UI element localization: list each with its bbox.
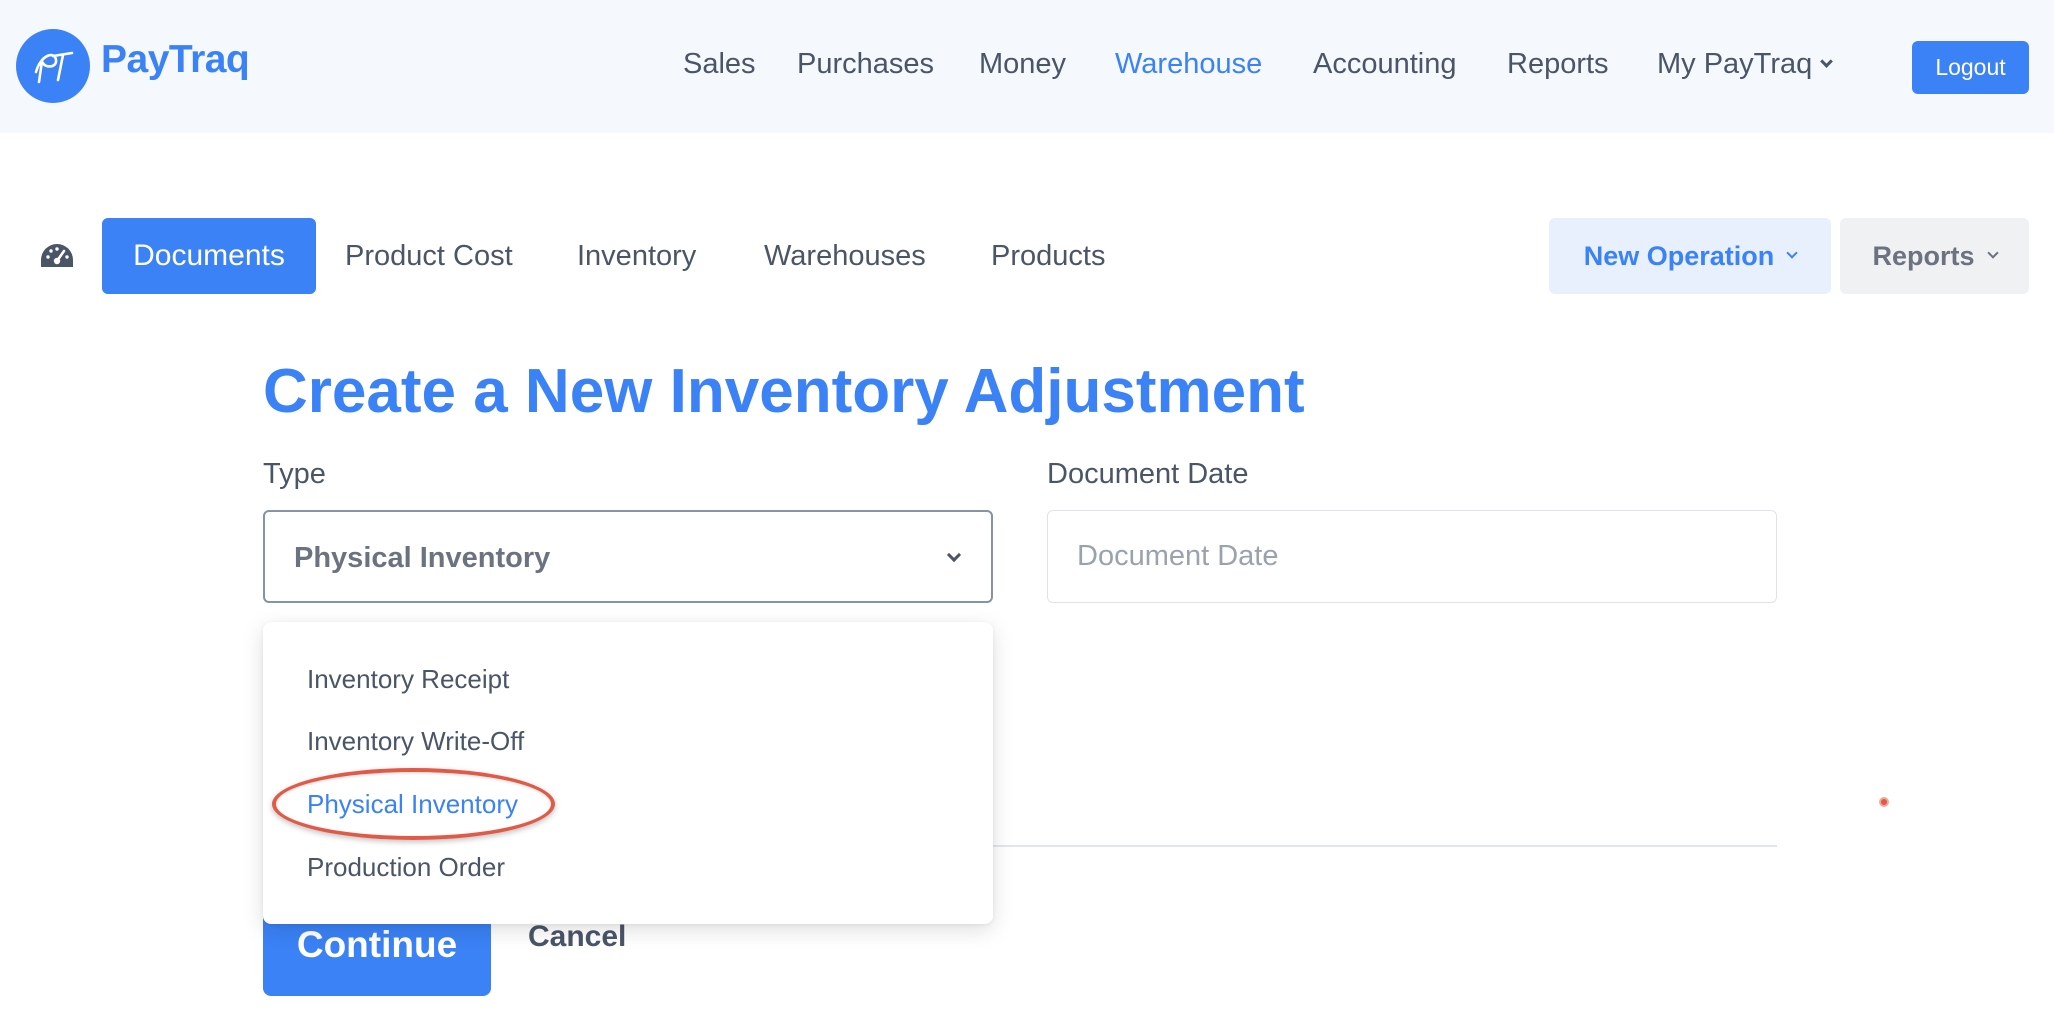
top-header: PayTraq Sales Purchases Money Warehouse … [0, 0, 2054, 133]
nav-money[interactable]: Money [979, 48, 1066, 81]
dropdown-option-inventory-write-off[interactable]: Inventory Write-Off [307, 726, 524, 757]
type-select[interactable]: Physical Inventory [263, 510, 993, 603]
tab-products[interactable]: Products [991, 240, 1105, 273]
nav-warehouse[interactable]: Warehouse [1115, 48, 1262, 81]
document-date-label: Document Date [1047, 458, 1249, 490]
dropdown-option-physical-inventory[interactable]: Physical Inventory [307, 789, 518, 820]
chevron-down-icon [1786, 247, 1798, 259]
cursor-marker [1879, 797, 1889, 807]
tab-inventory[interactable]: Inventory [577, 240, 696, 273]
cancel-button[interactable]: Cancel [528, 920, 626, 954]
new-operation-button[interactable]: New Operation [1549, 218, 1831, 294]
chevron-down-icon [1986, 247, 1999, 259]
logo-monogram-icon [34, 51, 74, 84]
type-dropdown-menu: Inventory Receipt Inventory Write-Off Ph… [263, 622, 993, 924]
tab-warehouses[interactable]: Warehouses [764, 240, 926, 273]
dashboard-gauge-icon[interactable] [40, 243, 74, 269]
chevron-down-icon [946, 547, 962, 563]
paytraq-logo[interactable] [16, 29, 90, 103]
nav-reports[interactable]: Reports [1507, 48, 1609, 81]
new-operation-label: New Operation [1583, 240, 1775, 271]
reports-button[interactable]: Reports [1840, 218, 2029, 294]
nav-accounting[interactable]: Accounting [1313, 48, 1457, 81]
nav-purchases[interactable]: Purchases [797, 48, 934, 81]
page-title: Create a New Inventory Adjustment [263, 357, 1305, 426]
nav-my-paytraq-label: My PayTraq [1657, 48, 1813, 80]
reports-label: Reports [1872, 240, 1975, 271]
tab-product-cost[interactable]: Product Cost [345, 240, 513, 273]
dropdown-option-inventory-receipt[interactable]: Inventory Receipt [307, 664, 509, 695]
nav-sales[interactable]: Sales [683, 48, 756, 81]
brand-name[interactable]: PayTraq [101, 38, 250, 82]
type-select-value: Physical Inventory [294, 542, 551, 574]
tab-documents[interactable]: Documents [102, 218, 316, 294]
nav-my-paytraq[interactable]: My PayTraq [1657, 48, 1834, 81]
document-date-input[interactable] [1047, 510, 1777, 603]
chevron-down-icon [1820, 55, 1834, 68]
type-label: Type [263, 458, 326, 490]
logout-button[interactable]: Logout [1912, 41, 2029, 94]
dropdown-option-production-order[interactable]: Production Order [307, 852, 505, 883]
